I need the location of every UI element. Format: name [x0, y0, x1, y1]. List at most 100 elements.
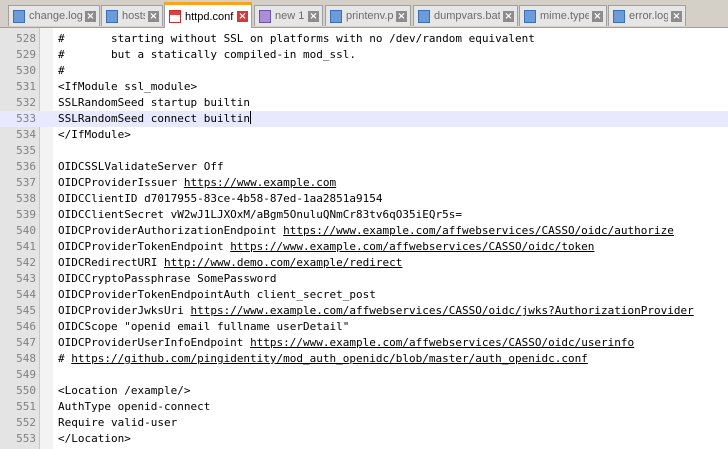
line-number: 534	[16, 128, 36, 141]
code-content: OIDCSSLValidateServer Off	[58, 160, 224, 173]
editor[interactable]: 528 # starting without SSL on platforms w…	[0, 28, 728, 449]
url-link[interactable]: https://www.example.com/affwebservices/C…	[250, 336, 634, 349]
url-link[interactable]: https://www.example.com/affwebservices/C…	[283, 224, 674, 237]
code-line[interactable]: 551 AuthType openid-connect	[0, 399, 728, 415]
code-line[interactable]: 530 #	[0, 63, 728, 79]
code-text: OIDCSSLValidateServer Off	[58, 159, 224, 175]
code-content: OIDCRedirectURI	[58, 256, 164, 269]
code-content: AuthType openid-connect	[58, 400, 211, 413]
code-line[interactable]: 544 OIDCProviderTokenEndpointAuth client_…	[0, 287, 728, 303]
code-line[interactable]: 549	[0, 367, 728, 383]
line-number: 543	[16, 272, 36, 285]
code-line[interactable]: 542 OIDCRedirectURI http://www.demo.com/e…	[0, 255, 728, 271]
code-text: # but a statically compiled-in mod_ssl.	[58, 47, 356, 63]
url-link[interactable]: https://www.example.com/affwebservices/C…	[190, 304, 693, 317]
line-number: 550	[16, 384, 36, 397]
code-line[interactable]: 536 OIDCSSLValidateServer Off	[0, 159, 728, 175]
code-content: OIDCProviderTokenEndpoint	[58, 240, 231, 253]
code-content: OIDCProviderJwksUri	[58, 304, 191, 317]
code-line[interactable]: 539 OIDCClientSecret vW2wJ1LJXOxM/aBgm5On…	[0, 207, 728, 223]
code-line[interactable]: 547 OIDCProviderUserInfoEndpoint https://…	[0, 335, 728, 351]
line-number: 540	[16, 224, 36, 237]
line-number: 537	[16, 176, 36, 189]
code-text: </IfModule>	[58, 127, 131, 143]
code-text: OIDCProviderUserInfoEndpoint https://www…	[58, 335, 634, 351]
code-line[interactable]: 548 # https://github.com/pingidentity/mod…	[0, 351, 728, 367]
code-content: <IfModule ssl_module>	[58, 80, 198, 93]
code-line[interactable]: 541 OIDCProviderTokenEndpoint https://www…	[0, 239, 728, 255]
code-text: OIDCClientSecret vW2wJ1LJXOxM/aBgm5Onulu…	[58, 207, 462, 223]
code-line[interactable]: 550 <Location /example/>	[0, 383, 728, 399]
code-text: AuthType openid-connect	[58, 399, 210, 415]
code-line[interactable]: 533 SSLRandomSeed connect builtin	[0, 111, 728, 127]
tab-label: change.log	[29, 10, 82, 22]
code-line[interactable]: 552 Require valid-user	[0, 415, 728, 431]
tab-hosts[interactable]: hosts×	[101, 5, 163, 26]
tab-httpd-conf[interactable]: httpd.conf ×	[164, 2, 252, 28]
code-line[interactable]: 529 # but a statically compiled-in mod_ss…	[0, 47, 728, 63]
line-number: 541	[16, 240, 36, 253]
tab-error-log[interactable]: error.log ×	[608, 5, 686, 26]
code-line[interactable]: 543 OIDCCryptoPassphrase SomePassword	[0, 271, 728, 287]
line-number: 545	[16, 304, 36, 317]
line-number: 533	[16, 112, 36, 125]
url-link[interactable]: https://github.com/pingidentity/mod_auth…	[71, 352, 588, 365]
line-number: 548	[16, 352, 36, 365]
close-icon[interactable]: ×	[671, 10, 682, 22]
code-text: # starting without SSL on platforms with…	[58, 31, 535, 47]
tab-label: httpd.conf	[185, 10, 234, 23]
code-text: OIDCCryptoPassphrase SomePassword	[58, 271, 277, 287]
tab-change-log[interactable]: change.log ×	[8, 5, 100, 26]
code-content: OIDCProviderTokenEndpointAuth client_sec…	[58, 288, 376, 301]
tab-new-1[interactable]: new 1 ×	[254, 5, 323, 26]
line-number: 538	[16, 192, 36, 205]
code-line[interactable]: 528 # starting without SSL on platforms w…	[0, 31, 728, 47]
close-icon[interactable]: ×	[503, 10, 514, 22]
close-icon[interactable]: ×	[85, 10, 96, 22]
tab-label: new 1	[275, 10, 305, 22]
code-text: OIDCProviderAuthorizationEndpoint https:…	[58, 223, 674, 239]
code-content: #	[58, 64, 65, 77]
code-content: # starting without SSL on platforms with…	[58, 32, 535, 45]
code-text: #	[58, 63, 65, 79]
line-number: 553	[16, 432, 36, 445]
blue-file-icon	[330, 9, 342, 23]
code-content: #	[58, 352, 72, 365]
code-line[interactable]: 538 OIDCClientID d7017955-83ce-4b58-87ed-…	[0, 191, 728, 207]
code-line[interactable]: 532 SSLRandomSeed startup builtin	[0, 95, 728, 111]
tab-label: error.log	[629, 10, 668, 22]
code-line[interactable]: 545 OIDCProviderJwksUri https://www.examp…	[0, 303, 728, 319]
code-line[interactable]: 546 OIDCScope "openid email fullname user…	[0, 319, 728, 335]
close-icon[interactable]: ×	[592, 10, 603, 22]
url-link[interactable]: https://www.example.com	[184, 176, 336, 189]
line-number: 528	[16, 32, 36, 45]
code-content: SSLRandomSeed startup builtin	[58, 96, 251, 109]
code-text: <IfModule ssl_module>	[58, 79, 197, 95]
close-icon[interactable]: ×	[237, 11, 248, 22]
tab-printenv-pl[interactable]: printenv.pl ×	[325, 5, 411, 26]
code-line[interactable]: 553 </Location>	[0, 431, 728, 447]
code-content: </Location>	[58, 432, 131, 445]
code-content: <Location /example/>	[58, 384, 191, 397]
blue-file-icon	[106, 9, 118, 23]
line-number: 542	[16, 256, 36, 269]
code-text: Require valid-user	[58, 415, 177, 431]
blue-file-icon	[418, 9, 430, 23]
code-content: </IfModule>	[58, 128, 131, 141]
url-link[interactable]: http://www.demo.com/example/redirect	[164, 256, 402, 269]
line-number: 532	[16, 96, 36, 109]
code-content: SSLRandomSeed connect builtin	[58, 112, 251, 125]
url-link[interactable]: https://www.example.com/affwebservices/C…	[230, 240, 594, 253]
code-text: OIDCProviderJwksUri https://www.example.…	[58, 303, 694, 319]
tab-mime-types[interactable]: mime.types×	[519, 5, 607, 26]
blue-file-icon	[13, 9, 25, 23]
code-line[interactable]: 534 </IfModule>	[0, 127, 728, 143]
code-line[interactable]: 535	[0, 143, 728, 159]
code-line[interactable]: 537 OIDCProviderIssuer https://www.exampl…	[0, 175, 728, 191]
close-icon[interactable]: ×	[148, 10, 159, 22]
tab-dumpvars-bat[interactable]: dumpvars.bat ×	[413, 5, 518, 26]
code-line[interactable]: 531 <IfModule ssl_module>	[0, 79, 728, 95]
close-icon[interactable]: ×	[308, 10, 319, 22]
close-icon[interactable]: ×	[396, 10, 407, 22]
code-line[interactable]: 540 OIDCProviderAuthorizationEndpoint htt…	[0, 223, 728, 239]
